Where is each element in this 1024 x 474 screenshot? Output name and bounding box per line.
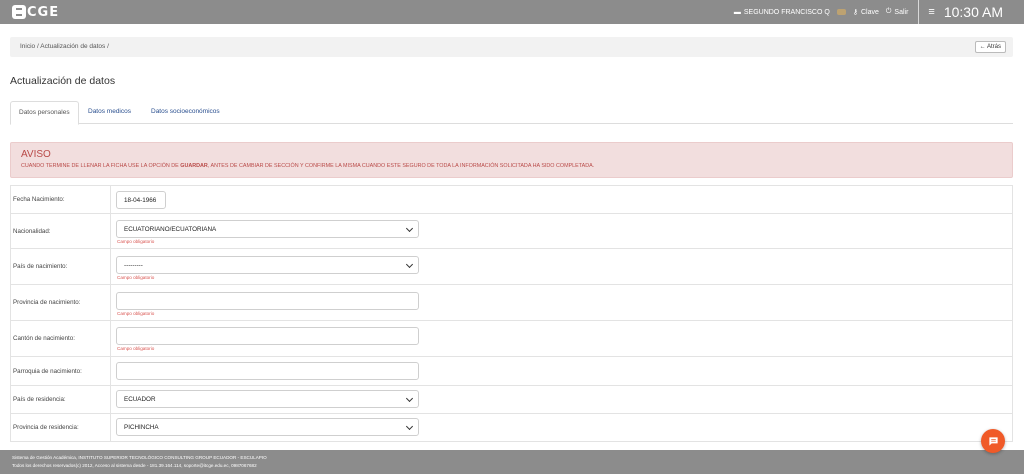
graduation-cap-icon: ▬ [733, 8, 741, 16]
form-row-canton-nacimiento: Cantón de nacimiento: Campo obligatorio [11, 321, 1012, 357]
logout-link[interactable]: ⏻ Salir [886, 8, 909, 16]
top-bar: CGE ▬ SEGUNDO FRANCISCO Q ⚷ Clave ⏻ Sali… [0, 0, 1024, 24]
form-table: Fecha Nacimiento: 18-04-1966 Nacionalida… [10, 185, 1013, 442]
logo-text: CGE [27, 4, 60, 20]
field-label: País de nacimiento: [11, 249, 111, 284]
birth-parish-input[interactable] [116, 362, 419, 380]
form-row-parroquia-nacimiento: Parroquia de nacimiento: [11, 357, 1012, 386]
required-field-error: Campo obligatorio [117, 311, 155, 316]
power-icon: ⏻ [885, 8, 892, 15]
breadcrumb[interactable]: Inicio / Actualización de datos / [20, 43, 109, 50]
logo-mark-icon [12, 5, 26, 19]
field-label: Nacionalidad: [11, 214, 111, 248]
logo[interactable]: CGE [12, 4, 59, 20]
user-menu[interactable]: ▬ SEGUNDO FRANCISCO Q [734, 9, 830, 16]
alert-message: CUANDO TERMINE DE LLENAR LA FICHA USE LA… [21, 163, 595, 169]
logout-label: Salir [894, 8, 909, 16]
field-label: Cantón de nacimiento: [11, 321, 111, 356]
top-right-menu: ▬ SEGUNDO FRANCISCO Q ⚷ Clave ⏻ Salir ≡ … [734, 0, 1024, 24]
divider [918, 0, 920, 24]
page-title: Actualización de datos [10, 75, 116, 87]
footer-copyright: Todos los derechos reservados(c) 2012, A… [12, 463, 257, 468]
field-label: Provincia de residencia: [11, 414, 111, 441]
form-row-fecha-nacimiento: Fecha Nacimiento: 18-04-1966 [11, 186, 1012, 214]
hamburger-icon[interactable]: ≡ [928, 6, 934, 18]
key-link[interactable]: ⚷ Clave [852, 8, 879, 17]
breadcrumb-bar: Inicio / Actualización de datos / ← Atrá… [10, 37, 1013, 57]
field-label: Parroquia de nacimiento: [11, 357, 111, 385]
user-name: SEGUNDO FRANCISCO Q [743, 8, 830, 16]
alert-box: AVISO CUANDO TERMINE DE LLENAR LA FICHA … [10, 142, 1013, 178]
form-row-pais-nacimiento: País de nacimiento: --------- Campo obli… [11, 249, 1012, 285]
chat-button[interactable] [981, 429, 1005, 453]
back-button[interactable]: ← Atrás [974, 41, 1006, 53]
tab-datos-socioeconomicos[interactable]: Datos socioeconómicos [143, 101, 228, 124]
nationality-select[interactable]: ECUATORIANO/ECUATORIANA [116, 220, 419, 238]
form-row-provincia-nacimiento: Provincia de nacimiento: Campo obligator… [11, 285, 1012, 321]
chat-bubble-icon [988, 436, 998, 446]
field-label: País de residencia: [11, 386, 111, 413]
required-field-error: Campo obligatorio [117, 346, 155, 351]
required-field-error: Campo obligatorio [117, 239, 155, 244]
form-row-provincia-residencia: Provincia de residencia: PICHINCHA [11, 414, 1012, 442]
birth-country-select[interactable]: --------- [116, 256, 419, 274]
avatar[interactable] [836, 9, 846, 15]
key-label: Clave [860, 8, 879, 16]
birth-canton-input[interactable] [116, 327, 419, 345]
tab-datos-medicos[interactable]: Datos medicos [80, 101, 139, 124]
field-label: Provincia de nacimiento: [11, 285, 111, 320]
footer: Sistema de Gestión Académica, INSTITUTO … [0, 450, 1024, 474]
tab-datos-personales[interactable]: Datos personales [10, 101, 79, 125]
tab-bar: Datos personales Datos medicos Datos soc… [10, 101, 1013, 125]
footer-system-name: Sistema de Gestión Académica, INSTITUTO … [12, 455, 267, 460]
required-field-error: Campo obligatorio [117, 275, 155, 280]
birth-province-input[interactable] [116, 292, 419, 310]
residence-province-select[interactable]: PICHINCHA [116, 418, 419, 436]
form-row-pais-residencia: País de residencia: ECUADOR [11, 386, 1012, 414]
form-row-nacionalidad: Nacionalidad: ECUATORIANO/ECUATORIANA Ca… [11, 214, 1012, 249]
birth-date-input[interactable]: 18-04-1966 [116, 191, 166, 209]
alert-title: AVISO [21, 149, 51, 160]
residence-country-select[interactable]: ECUADOR [116, 390, 419, 408]
key-icon: ⚷ [852, 9, 858, 16]
clock: 10:30 AM [943, 4, 1003, 20]
field-label: Fecha Nacimiento: [11, 186, 111, 213]
